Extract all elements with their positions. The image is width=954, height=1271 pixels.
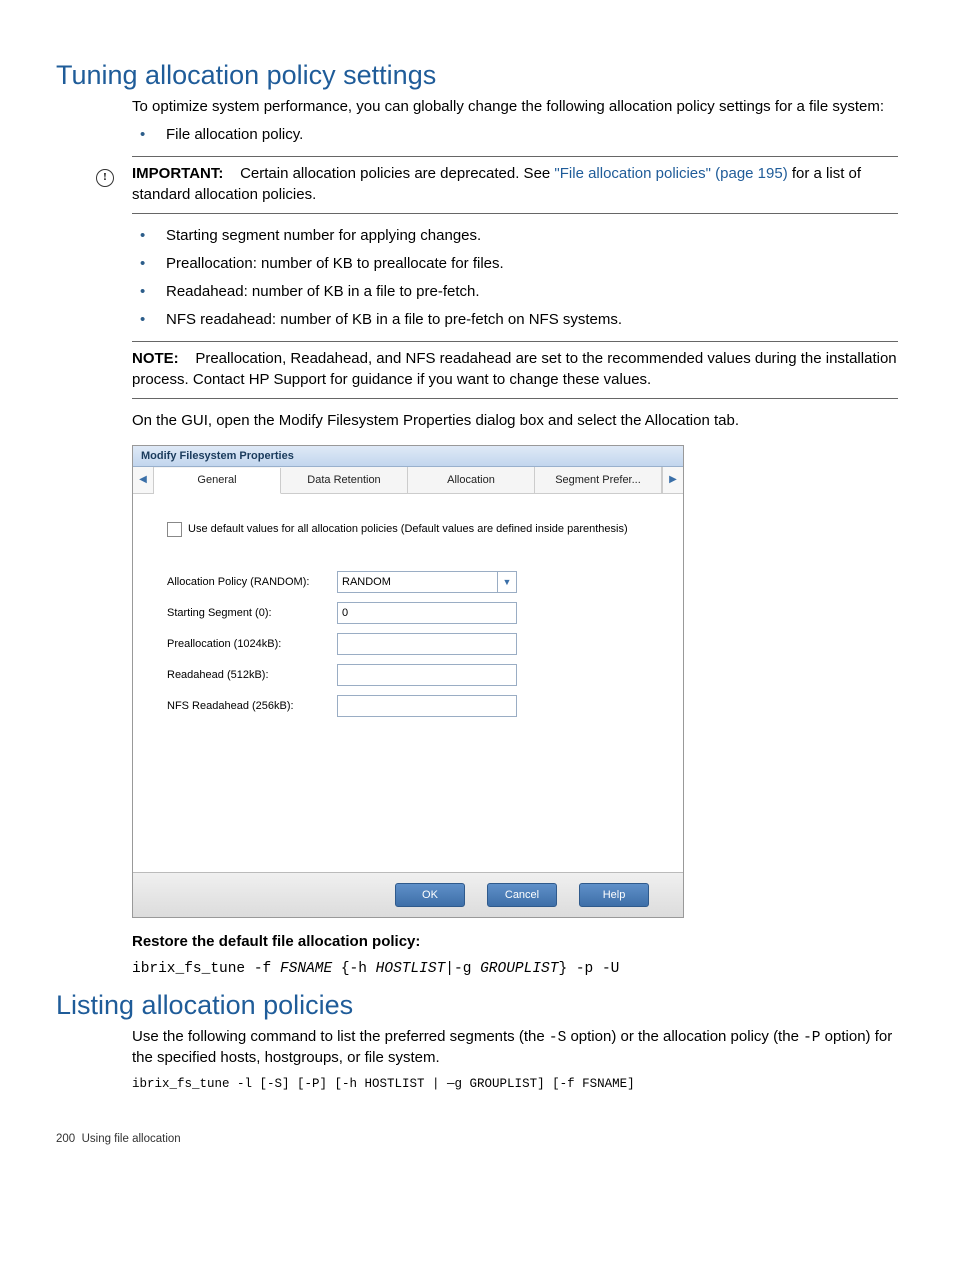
tab-data-retention[interactable]: Data Retention [281,467,408,493]
important-admonition: ! IMPORTANT: Certain allocation policies… [132,156,898,214]
starting-segment-input[interactable]: 0 [337,602,517,624]
note-admonition: NOTE: Preallocation, Readahead, and NFS … [132,341,898,399]
page-number: 200 [56,1133,75,1145]
important-link[interactable]: "File allocation policies" (page 195) [554,165,787,182]
starting-segment-label: Starting Segment (0): [167,607,337,619]
page-footer: 200 Using file allocation [56,1133,898,1145]
dialog-tabstrip: ◀ General Data Retention Allocation Segm… [133,467,683,494]
nfs-readahead-input[interactable] [337,695,517,717]
listing-command: ibrix_fs_tune -l [-S] [-P] [-h HOSTLIST … [132,1076,898,1093]
use-defaults-label: Use default values for all allocation po… [188,523,628,535]
help-button[interactable]: Help [579,883,649,907]
nfs-readahead-label: NFS Readahead (256kB): [167,700,337,712]
list-item: Preallocation: number of KB to prealloca… [132,254,898,274]
tab-scroll-right-icon[interactable]: ▶ [662,467,683,493]
chapter-name: Using file allocation [82,1133,181,1145]
use-defaults-checkbox[interactable] [167,522,182,537]
allocation-policy-label: Allocation Policy (RANDOM): [167,576,337,588]
readahead-label: Readahead (512kB): [167,669,337,681]
list-item: Starting segment number for applying cha… [132,226,898,246]
tab-general[interactable]: General [154,468,281,494]
important-icon: ! [96,165,114,187]
list-item: Readahead: number of KB in a file to pre… [132,282,898,302]
list-item: File allocation policy. [132,125,898,145]
restore-heading: Restore the default file allocation poli… [132,932,898,952]
listing-intro: Use the following command to list the pr… [132,1027,898,1069]
restore-command: ibrix_fs_tune -f FSNAME {-h HOSTLIST|-g … [132,960,898,980]
ok-button[interactable]: OK [395,883,465,907]
cancel-button[interactable]: Cancel [487,883,557,907]
important-text-1: Certain allocation policies are deprecat… [240,165,554,182]
section-title-listing: Listing allocation policies [56,990,898,1021]
list-item: NFS readahead: number of KB in a file to… [132,310,898,330]
gui-instruction: On the GUI, open the Modify Filesystem P… [132,411,898,431]
note-text: Preallocation, Readahead, and NFS readah… [132,350,897,388]
modify-filesystem-dialog: Modify Filesystem Properties ◀ General D… [132,445,684,918]
readahead-input[interactable] [337,664,517,686]
tab-allocation[interactable]: Allocation [408,467,535,493]
section-title-tuning: Tuning allocation policy settings [56,60,898,91]
important-label: IMPORTANT: [132,165,223,182]
preallocation-input[interactable] [337,633,517,655]
allocation-policy-select[interactable]: RANDOM ▼ [337,571,517,593]
intro-paragraph: To optimize system performance, you can … [132,97,898,117]
note-label: NOTE: [132,350,179,367]
tab-segment-prefer[interactable]: Segment Prefer... [535,467,662,493]
tab-scroll-left-icon[interactable]: ◀ [133,467,154,493]
preallocation-label: Preallocation (1024kB): [167,638,337,650]
chevron-down-icon: ▼ [497,572,516,592]
dialog-title: Modify Filesystem Properties [133,446,683,467]
